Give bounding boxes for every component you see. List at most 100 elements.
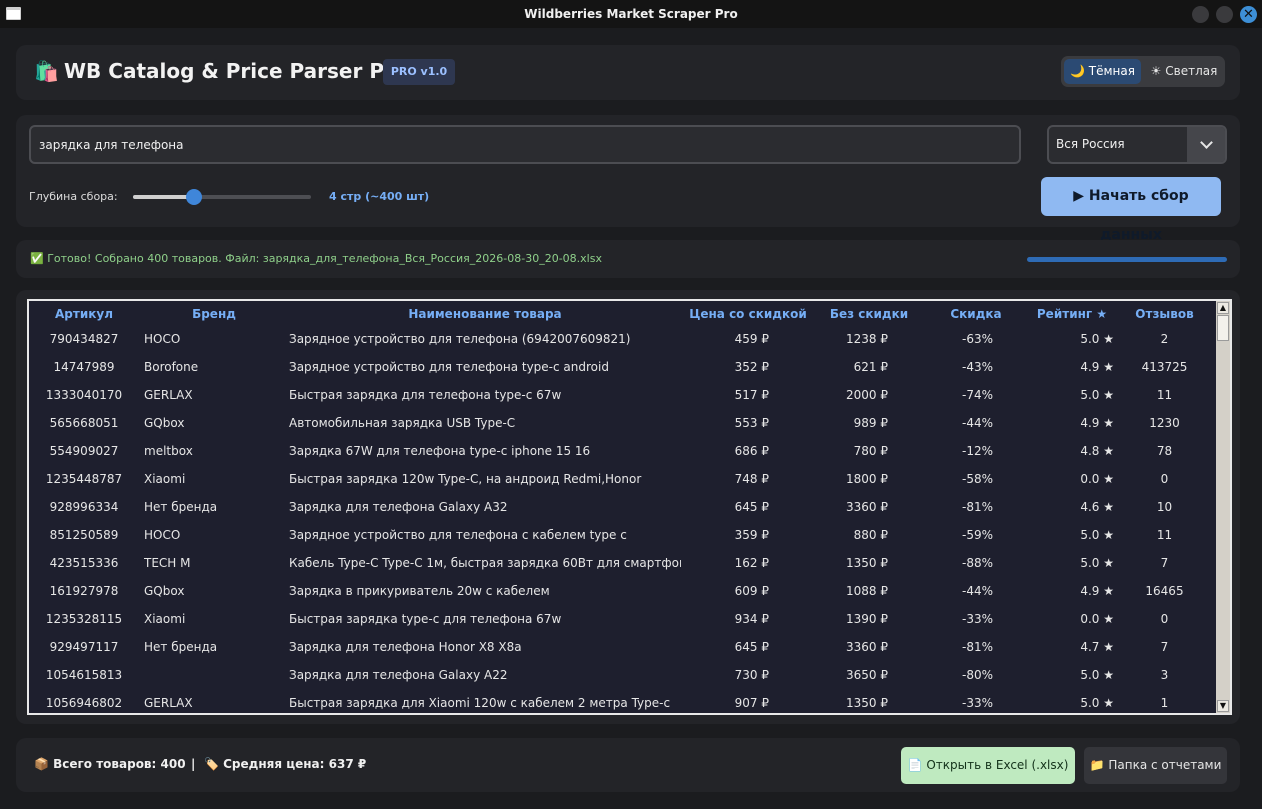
cell-rating: 5.0 ★ xyxy=(1080,556,1114,570)
results-table: Артикул Бренд Наименование товара Цена с… xyxy=(27,299,1232,715)
scroll-up-arrow-icon[interactable]: ▲ xyxy=(1217,302,1229,314)
theme-dark-button[interactable]: 🌙 Тёмная xyxy=(1064,59,1141,84)
theme-light-button[interactable]: ☀ Светлая xyxy=(1145,59,1223,84)
cell-reviews: 3 xyxy=(1160,668,1169,682)
cell-brand: Xiaomi xyxy=(144,472,186,486)
column-header-brand[interactable]: Бренд xyxy=(144,307,284,321)
cell-discount: -58% xyxy=(961,472,993,486)
cell-discount: -81% xyxy=(961,500,993,514)
table-row[interactable]: 565668051 GQbox Автомобильная зарядка USB … xyxy=(29,409,1214,437)
table-row[interactable]: 1056946802 GERLAX Быстрая зарядка для Xiao… xyxy=(29,689,1214,715)
table-body: 790434827 HOCO Зарядное устройство для тел… xyxy=(29,325,1214,715)
cell-reviews: 7 xyxy=(1160,556,1169,570)
cell-price: 352 ₽ xyxy=(734,360,769,374)
cell-discount: -44% xyxy=(961,416,993,430)
cell-discount: -63% xyxy=(961,332,993,346)
column-header-full-price[interactable]: Без скидки xyxy=(815,307,923,321)
depth-slider[interactable] xyxy=(133,188,311,206)
cell-brand: TECH M xyxy=(144,556,191,570)
cell-brand: GQbox xyxy=(144,584,185,598)
cell-name: Быстрая зарядка 120w Type-C, на андроид … xyxy=(289,472,642,486)
cell-price: 907 ₽ xyxy=(734,696,769,710)
cell-full-price: 780 ₽ xyxy=(853,444,888,458)
region-value: Вся Россия xyxy=(1056,137,1125,151)
table-row[interactable]: 1054615813 Зарядка для телефона Galaxy A2… xyxy=(29,661,1214,689)
cell-article: 790434827 xyxy=(49,332,119,346)
column-header-name[interactable]: Наименование товара xyxy=(289,307,681,321)
reports-folder-button[interactable]: 📁 Папка с отчетами xyxy=(1084,747,1227,784)
table-row[interactable]: 1235448787 Xiaomi Быстрая зарядка 120w Typ… xyxy=(29,465,1214,493)
cell-reviews: 16465 xyxy=(1145,584,1184,598)
cell-rating: 5.0 ★ xyxy=(1080,388,1114,402)
cell-reviews: 11 xyxy=(1156,388,1173,402)
cell-name: Автомобильная зарядка USB Type-C xyxy=(289,416,516,430)
theme-switch: 🌙 Тёмная ☀ Светлая xyxy=(1061,56,1225,87)
table-row[interactable]: 929497117 Нет бренда Зарядка для телефона … xyxy=(29,633,1214,661)
cell-name: Зарядка для телефона Galaxy A22 xyxy=(289,668,508,682)
cell-discount: -88% xyxy=(961,556,993,570)
column-header-discount[interactable]: Скидка xyxy=(923,307,1029,321)
table-row[interactable]: 928996334 Нет бренда Зарядка для телефона … xyxy=(29,493,1214,521)
column-header-article[interactable]: Артикул xyxy=(29,307,139,321)
cell-reviews: 78 xyxy=(1156,444,1173,458)
cell-name: Зарядка для телефона Honor X8 X8a xyxy=(289,640,522,654)
chevron-down-icon[interactable] xyxy=(1187,127,1225,162)
cell-brand: Нет бренда xyxy=(144,500,218,514)
cell-brand: GERLAX xyxy=(144,696,193,710)
header-panel: 🛍️ WB Catalog & Price Parser Pro PRO v1.… xyxy=(16,45,1240,100)
shopping-bags-icon: 🛍️ xyxy=(34,59,59,83)
cell-price: 459 ₽ xyxy=(734,332,769,346)
cell-name: Зарядное устройство для телефона type-c … xyxy=(289,360,609,374)
cell-price: 686 ₽ xyxy=(734,444,769,458)
cell-discount: -12% xyxy=(961,444,993,458)
footer-panel: 📦 Всего товаров: 400 | 🏷️ Средняя цена: … xyxy=(16,738,1240,792)
table-row[interactable]: 161927978 GQbox Зарядка в прикуриватель 20… xyxy=(29,577,1214,605)
cell-full-price: 1088 ₽ xyxy=(846,584,888,598)
cell-price: 748 ₽ xyxy=(734,472,769,486)
cell-discount: -43% xyxy=(961,360,993,374)
table-scrollbar[interactable]: ▲ ▼ xyxy=(1216,301,1230,713)
scrollbar-thumb[interactable] xyxy=(1217,315,1229,341)
cell-article: 161927978 xyxy=(49,584,119,598)
minimize-button[interactable] xyxy=(1192,6,1209,23)
cell-article: 1056946802 xyxy=(45,696,123,710)
cell-discount: -59% xyxy=(961,528,993,542)
progress-bar xyxy=(1027,257,1227,262)
table-row[interactable]: 554909027 meltbox Зарядка 67W для телефона… xyxy=(29,437,1214,465)
progress-fill xyxy=(1027,257,1227,262)
column-header-reviews[interactable]: Отзывов xyxy=(1115,307,1214,321)
cell-discount: -44% xyxy=(961,584,993,598)
open-excel-button[interactable]: 📄 Открыть в Excel (.xlsx) xyxy=(901,747,1075,784)
close-button[interactable]: ✕ xyxy=(1240,6,1257,23)
table-row[interactable]: 14747989 Borofone Зарядное устройство для … xyxy=(29,353,1214,381)
search-input[interactable] xyxy=(29,125,1021,164)
cell-article: 565668051 xyxy=(49,416,119,430)
cell-full-price: 621 ₽ xyxy=(853,360,888,374)
start-scraping-button[interactable]: ▶ Начать сбор данных xyxy=(1041,177,1221,243)
cell-brand: Xiaomi xyxy=(144,612,186,626)
table-row[interactable]: 423515336 TECH M Кабель Type-C Type-C 1м, … xyxy=(29,549,1214,577)
table-row[interactable]: 790434827 HOCO Зарядное устройство для тел… xyxy=(29,325,1214,353)
region-select[interactable]: Вся Россия xyxy=(1047,125,1227,164)
cell-discount: -74% xyxy=(961,388,993,402)
cell-article: 1235448787 xyxy=(45,472,123,486)
cell-reviews: 0 xyxy=(1160,472,1169,486)
cell-price: 609 ₽ xyxy=(734,584,769,598)
table-row[interactable]: 1235328115 Xiaomi Быстрая зарядка type-c д… xyxy=(29,605,1214,633)
cell-brand: GERLAX xyxy=(144,388,193,402)
table-row[interactable]: 851250589 HOCO Зарядное устройство для тел… xyxy=(29,521,1214,549)
scroll-down-arrow-icon[interactable]: ▼ xyxy=(1217,700,1229,712)
cell-rating: 4.9 ★ xyxy=(1080,416,1114,430)
slider-fill xyxy=(133,195,194,199)
cell-rating: 4.6 ★ xyxy=(1080,500,1114,514)
column-header-price[interactable]: Цена со скидкой xyxy=(681,307,815,321)
slider-handle[interactable] xyxy=(185,189,202,205)
cell-rating: 5.0 ★ xyxy=(1080,668,1114,682)
cell-rating: 5.0 ★ xyxy=(1080,332,1114,346)
maximize-button[interactable] xyxy=(1216,6,1233,23)
cell-rating: 5.0 ★ xyxy=(1080,528,1114,542)
cell-article: 1333040170 xyxy=(45,388,123,402)
table-row[interactable]: 1333040170 GERLAX Быстрая зарядка для теле… xyxy=(29,381,1214,409)
cell-rating: 5.0 ★ xyxy=(1080,696,1114,710)
column-header-rating[interactable]: Рейтинг ★ xyxy=(1029,307,1115,321)
